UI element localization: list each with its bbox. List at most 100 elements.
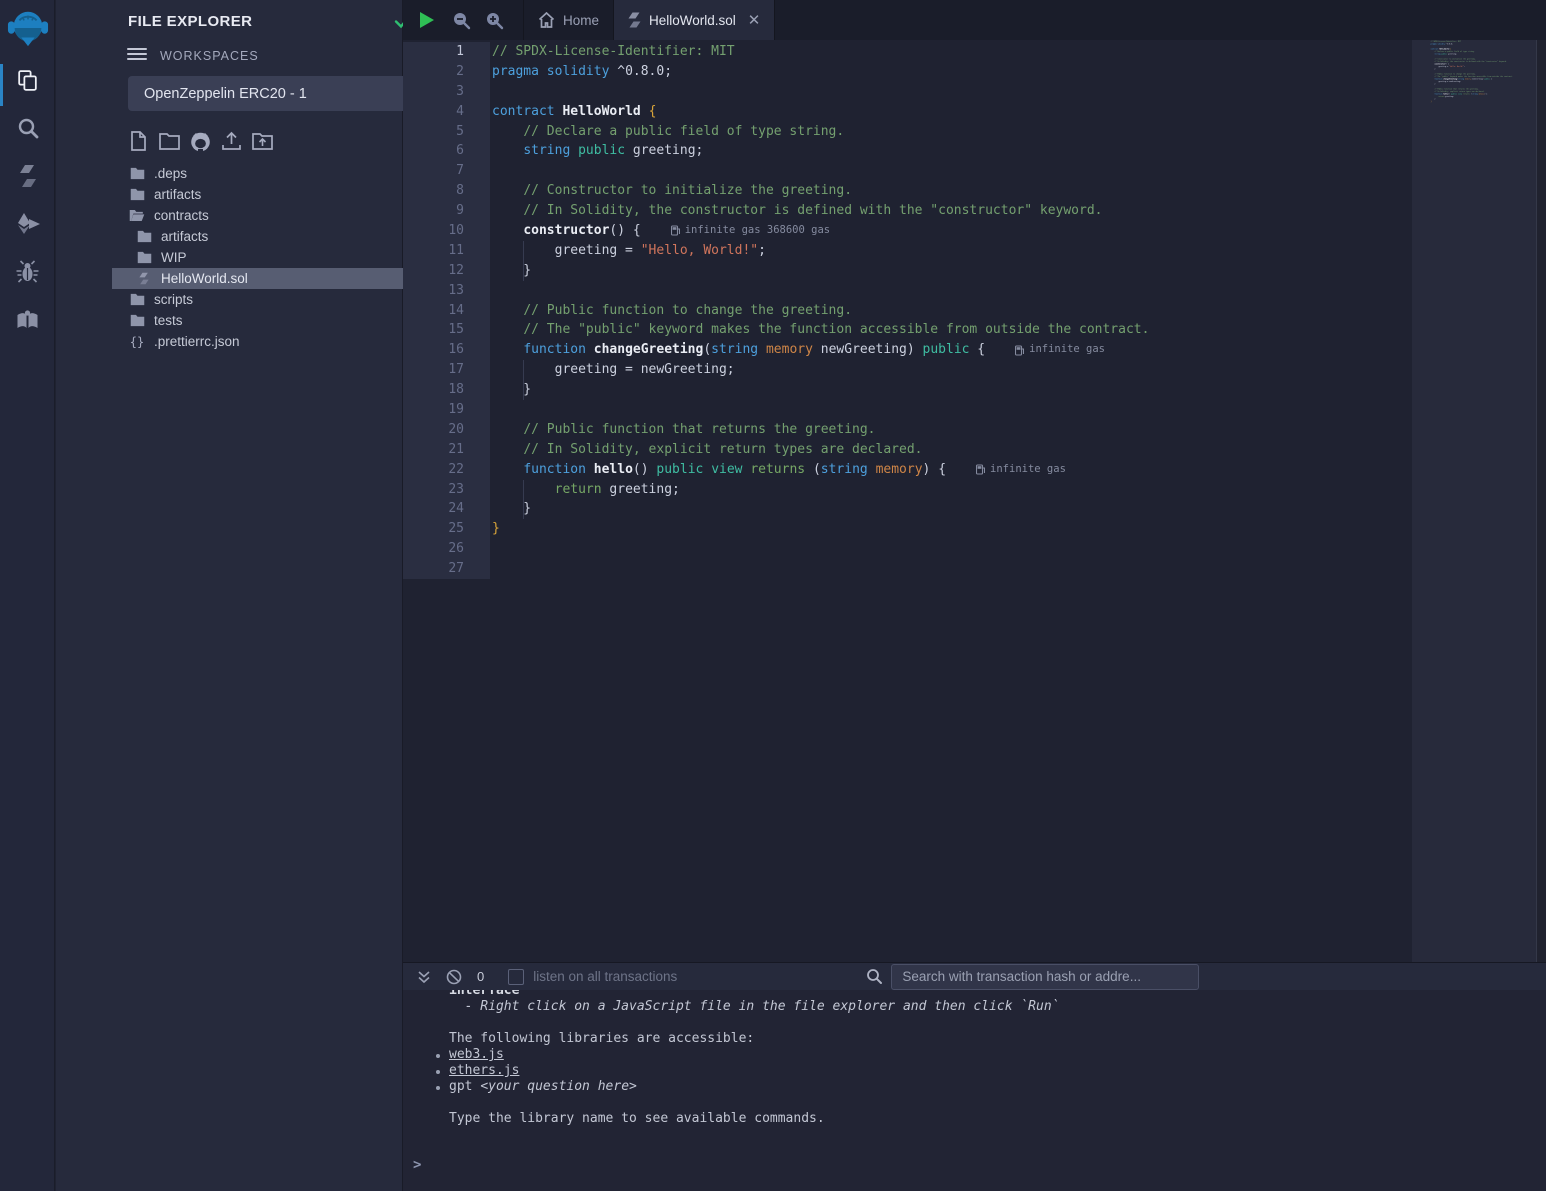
- code-line[interactable]: 25}: [403, 519, 1412, 539]
- code-text: return greeting;: [490, 480, 680, 500]
- tab-home[interactable]: Home: [523, 0, 614, 40]
- listen-checkbox[interactable]: [508, 969, 524, 985]
- terminal-header: 0 listen on all transactions: [403, 962, 1546, 990]
- gas-estimate-widget: infinite gas: [1015, 340, 1105, 360]
- code-editor[interactable]: 1// SPDX-License-Identifier: MIT2pragma …: [403, 40, 1412, 962]
- terminal-search-input[interactable]: [891, 964, 1199, 990]
- line-number: 24: [403, 499, 490, 519]
- tree-item-label: scripts: [154, 292, 193, 307]
- code-line[interactable]: 4contract HelloWorld {: [403, 102, 1412, 122]
- terminal-line: - Right click on a JavaScript file in th…: [449, 999, 1546, 1015]
- code-line[interactable]: 21 // In Solidity, explicit return types…: [403, 440, 1412, 460]
- code-text: [490, 161, 492, 181]
- terminal-collapse-icon[interactable]: [413, 970, 435, 984]
- code-line[interactable]: 23 return greeting;: [403, 480, 1412, 500]
- terminal-link[interactable]: ethers.js: [449, 1063, 519, 1078]
- editor-zoom-out-button[interactable]: [445, 0, 478, 40]
- gas-estimate-widget: infinite gas 368600 gas: [671, 221, 830, 241]
- code-text: // The "public" keyword makes the functi…: [490, 320, 1149, 340]
- workspaces-label: WORKSPACES: [160, 49, 259, 63]
- line-number: 12: [403, 261, 490, 281]
- code-line[interactable]: 1// SPDX-License-Identifier: MIT: [403, 42, 1412, 62]
- sidebar-item-learneth[interactable]: [0, 296, 55, 344]
- terminal-output[interactable]: interface - Right click on a JavaScript …: [403, 990, 1546, 1191]
- code-line[interactable]: 6 string public greeting;: [403, 141, 1412, 161]
- code-line[interactable]: 26: [403, 539, 1412, 559]
- editor-scrollbar[interactable]: [1536, 40, 1546, 962]
- line-number: 6: [403, 141, 490, 161]
- line-number: 22: [403, 460, 490, 480]
- code-line[interactable]: 16 function changeGreeting(string memory…: [403, 340, 1412, 360]
- terminal-prompt[interactable]: >: [413, 1157, 1546, 1173]
- terminal-line: [449, 1015, 1546, 1031]
- code-line[interactable]: 22 function hello() public view returns …: [403, 460, 1412, 480]
- folder-closed-icon: [129, 314, 145, 327]
- code-line[interactable]: 18 }: [403, 380, 1412, 400]
- code-text: [490, 559, 492, 579]
- tab-helloworld-sol[interactable]: HelloWorld.sol ✕: [614, 0, 775, 40]
- code-text: }: [1430, 68, 1435, 70]
- new-file-icon[interactable]: [127, 130, 149, 152]
- code-line[interactable]: 17 greeting = newGreeting;: [403, 360, 1412, 380]
- code-text: [490, 281, 492, 301]
- line-number: 8: [403, 181, 490, 201]
- code-line[interactable]: 14 // Public function to change the gree…: [403, 301, 1412, 321]
- code-text: [490, 539, 492, 559]
- terminal-clear-icon[interactable]: [443, 969, 465, 985]
- line-number: 20: [403, 420, 490, 440]
- line-number: 2: [403, 62, 490, 82]
- tab-label: HelloWorld.sol: [649, 13, 736, 28]
- line-number: 5: [403, 122, 490, 142]
- code-line[interactable]: 5 // Declare a public field of type stri…: [403, 122, 1412, 142]
- new-folder-icon[interactable]: [158, 130, 180, 152]
- code-line[interactable]: 27: [403, 559, 1412, 579]
- remix-logo-icon: [7, 7, 49, 49]
- code-text: constructor() {: [490, 221, 641, 241]
- terminal-link[interactable]: web3.js: [449, 1047, 504, 1062]
- code-line[interactable]: 20 // Public function that returns the g…: [403, 420, 1412, 440]
- code-text: function changeGreeting(string memory ne…: [490, 340, 985, 360]
- folder-closed-icon: [129, 188, 145, 201]
- folder-closed-icon: [136, 230, 152, 243]
- listen-checkbox-label[interactable]: listen on all transactions: [533, 969, 677, 984]
- activity-bar: [0, 0, 55, 1191]
- workspace-select[interactable]: OpenZeppelin ERC20 - 1: [128, 76, 440, 111]
- terminal-line: [449, 1095, 1546, 1111]
- code-line[interactable]: 19: [403, 400, 1412, 420]
- tree-item-label: artifacts: [154, 187, 201, 202]
- code-line[interactable]: 11 greeting = "Hello, World!";: [403, 241, 1412, 261]
- code-line[interactable]: 9 // In Solidity, the constructor is def…: [403, 201, 1412, 221]
- code-line[interactable]: 12 }: [403, 261, 1412, 281]
- file-explorer-panel: FILE EXPLORER WORKSPACES OpenZeppelin ER…: [56, 0, 403, 1191]
- sidebar-item-debugger[interactable]: [0, 248, 55, 296]
- code-line[interactable]: 24 }: [403, 499, 1412, 519]
- sidebar-item-solidity-compiler[interactable]: [0, 152, 55, 200]
- sidebar-item-deploy-and-run[interactable]: [0, 200, 55, 248]
- code-line[interactable]: 2pragma solidity ^0.8.0;: [403, 62, 1412, 82]
- close-tab-icon[interactable]: ✕: [748, 11, 761, 29]
- code-line[interactable]: 3: [403, 82, 1412, 102]
- tree-item-label: .deps: [154, 166, 187, 181]
- github-icon[interactable]: [189, 130, 211, 152]
- line-number: 7: [403, 161, 490, 181]
- sidebar-item-file-explorer[interactable]: [0, 56, 55, 104]
- editor-minimap[interactable]: // SPDX-License-Identifier: MITpragma so…: [1412, 40, 1536, 962]
- editor-zoom-in-button[interactable]: [478, 0, 511, 40]
- code-line[interactable]: 7: [403, 161, 1412, 181]
- code-text: contract HelloWorld {: [490, 102, 656, 122]
- debugger-icon: [15, 260, 40, 284]
- workspaces-menu-icon[interactable]: [127, 48, 147, 62]
- remix-logo[interactable]: [0, 0, 55, 56]
- code-line[interactable]: 15 // The "public" keyword makes the fun…: [403, 320, 1412, 340]
- load-folder-icon[interactable]: [251, 130, 273, 152]
- line-number: 4: [403, 102, 490, 122]
- code-line[interactable]: 8 // Constructor to initialize the greet…: [403, 181, 1412, 201]
- run-script-button[interactable]: [407, 0, 445, 40]
- code-text: pragma solidity ^0.8.0;: [490, 62, 672, 82]
- code-line[interactable]: 13: [403, 281, 1412, 301]
- folder-open-icon: [129, 209, 145, 222]
- sidebar-item-search[interactable]: [0, 104, 55, 152]
- upload-file-icon[interactable]: [220, 130, 242, 152]
- code-line[interactable]: 10 constructor() {infinite gas 368600 ga…: [403, 221, 1412, 241]
- code-text: // SPDX-License-Identifier: MIT: [490, 42, 735, 62]
